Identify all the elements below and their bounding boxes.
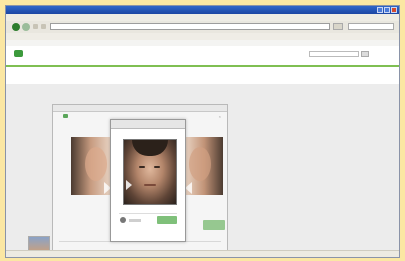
inner-dialog-footer xyxy=(119,213,177,224)
window-titlebar xyxy=(6,6,399,14)
home-icon[interactable] xyxy=(41,24,46,29)
maximize-button[interactable] xyxy=(384,7,390,13)
close-icon[interactable]: × xyxy=(219,114,221,119)
eye-shape xyxy=(139,166,145,168)
browser-search-input[interactable] xyxy=(348,23,394,30)
photo-left[interactable] xyxy=(71,137,115,195)
outer-dialog-button[interactable] xyxy=(203,220,225,230)
inner-photo-dialog xyxy=(110,119,186,242)
window-controls xyxy=(377,7,397,13)
accept-button[interactable] xyxy=(157,216,177,224)
forward-icon[interactable] xyxy=(22,23,30,31)
site-search-input[interactable] xyxy=(309,51,359,57)
status-bar xyxy=(6,250,399,257)
arrow-left-icon[interactable] xyxy=(185,182,192,194)
option-control[interactable] xyxy=(129,219,141,222)
page-subrow xyxy=(14,76,393,81)
face-shape xyxy=(85,147,107,181)
logo-mark-icon xyxy=(14,50,23,57)
camera-icon[interactable] xyxy=(120,217,126,223)
close-window-button[interactable] xyxy=(391,7,397,13)
face-shape xyxy=(189,147,211,181)
site-logo[interactable] xyxy=(14,50,29,57)
back-icon[interactable] xyxy=(12,23,20,31)
inner-dialog-title xyxy=(111,120,185,129)
minimize-button[interactable] xyxy=(377,7,383,13)
address-bar[interactable] xyxy=(50,23,330,30)
mouth-shape xyxy=(144,184,156,186)
photo-right[interactable] xyxy=(181,137,223,195)
tab-underline xyxy=(6,65,399,67)
hair-shape xyxy=(132,140,168,156)
browser-window: × xyxy=(5,5,400,258)
eye-shape xyxy=(154,166,160,168)
reload-icon[interactable] xyxy=(33,24,38,29)
play-icon[interactable] xyxy=(126,180,132,190)
mini-logo-icon xyxy=(63,114,68,118)
menu-bar xyxy=(6,14,399,21)
webcam-portrait xyxy=(123,139,177,205)
site-search-button[interactable] xyxy=(361,51,369,57)
outer-dialog-title xyxy=(53,105,227,112)
outer-dialog-heading xyxy=(63,114,70,118)
go-button[interactable] xyxy=(333,23,343,30)
